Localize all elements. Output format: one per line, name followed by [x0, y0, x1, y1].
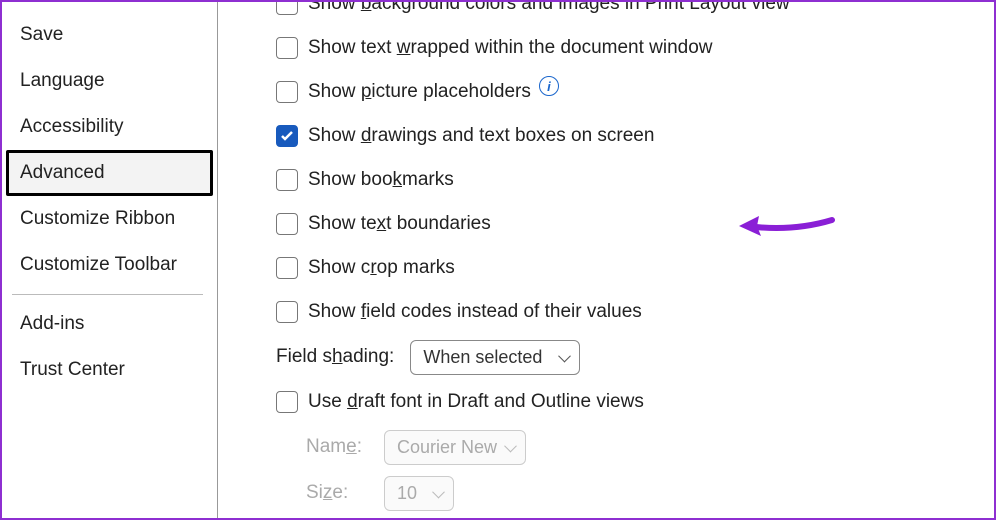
- option-row-text-boundaries: Show text boundaries: [276, 202, 974, 246]
- sidebar-divider: [12, 294, 203, 295]
- field-row-font-name: Name: Courier New: [306, 424, 974, 470]
- info-icon[interactable]: i: [539, 76, 559, 96]
- checkbox-picture-placeholders[interactable]: [276, 81, 298, 103]
- options-sidebar: Save Language Accessibility Advanced Cus…: [2, 2, 218, 518]
- checkbox-background-colors[interactable]: [276, 2, 298, 15]
- checkbox-draft-font[interactable]: [276, 391, 298, 413]
- label-text-boundaries: Show text boundaries: [308, 213, 491, 235]
- label-field-codes: Show field codes instead of their values: [308, 301, 642, 323]
- select-font-name: Courier New: [384, 430, 526, 465]
- sidebar-item-accessibility[interactable]: Accessibility: [6, 104, 213, 150]
- field-row-font-size: Size: 10: [306, 470, 974, 516]
- select-font-size: 10: [384, 476, 454, 511]
- checkbox-crop-marks[interactable]: [276, 257, 298, 279]
- label-crop-marks: Show crop marks: [308, 257, 455, 279]
- label-font-size: Size:: [306, 482, 368, 504]
- option-row-crop-marks: Show crop marks: [276, 246, 974, 290]
- label-draft-font: Use draft font in Draft and Outline view…: [308, 391, 644, 413]
- checkbox-field-codes[interactable]: [276, 301, 298, 323]
- option-row-draft-font: Use draft font in Draft and Outline view…: [276, 380, 974, 424]
- checkbox-bookmarks[interactable]: [276, 169, 298, 191]
- label-bookmarks: Show bookmarks: [308, 169, 454, 191]
- label-background-colors: Show background colors and images in Pri…: [308, 2, 790, 15]
- sidebar-item-customize-ribbon[interactable]: Customize Ribbon: [6, 196, 213, 242]
- sidebar-item-language[interactable]: Language: [6, 58, 213, 104]
- checkbox-drawings[interactable]: [276, 125, 298, 147]
- label-font-name: Name:: [306, 436, 368, 458]
- checkbox-wrapped-text[interactable]: [276, 37, 298, 59]
- checkbox-text-boundaries[interactable]: [276, 213, 298, 235]
- label-wrapped-text: Show text wrapped within the document wi…: [308, 37, 713, 59]
- option-row-picture-placeholders: Show picture placeholders i: [276, 70, 974, 114]
- sidebar-item-customize-toolbar[interactable]: Customize Toolbar: [6, 242, 213, 288]
- options-panel: Show background colors and images in Pri…: [218, 2, 994, 518]
- option-row-bookmarks: Show bookmarks: [276, 158, 974, 202]
- option-row-drawings: Show drawings and text boxes on screen: [276, 114, 974, 158]
- sidebar-item-advanced[interactable]: Advanced: [6, 150, 213, 196]
- sidebar-item-save[interactable]: Save: [6, 12, 213, 58]
- label-drawings: Show drawings and text boxes on screen: [308, 125, 654, 147]
- option-row-background-colors: Show background colors and images in Pri…: [276, 2, 974, 26]
- label-field-shading: Field shading:: [276, 346, 394, 368]
- select-field-shading[interactable]: When selected: [410, 340, 580, 375]
- option-row-wrapped-text: Show text wrapped within the document wi…: [276, 26, 974, 70]
- sidebar-item-trust-center[interactable]: Trust Center: [6, 347, 213, 393]
- label-picture-placeholders: Show picture placeholders: [308, 81, 531, 103]
- field-row-shading: Field shading: When selected: [276, 334, 974, 380]
- option-row-field-codes: Show field codes instead of their values: [276, 290, 974, 334]
- sidebar-item-addins[interactable]: Add-ins: [6, 301, 213, 347]
